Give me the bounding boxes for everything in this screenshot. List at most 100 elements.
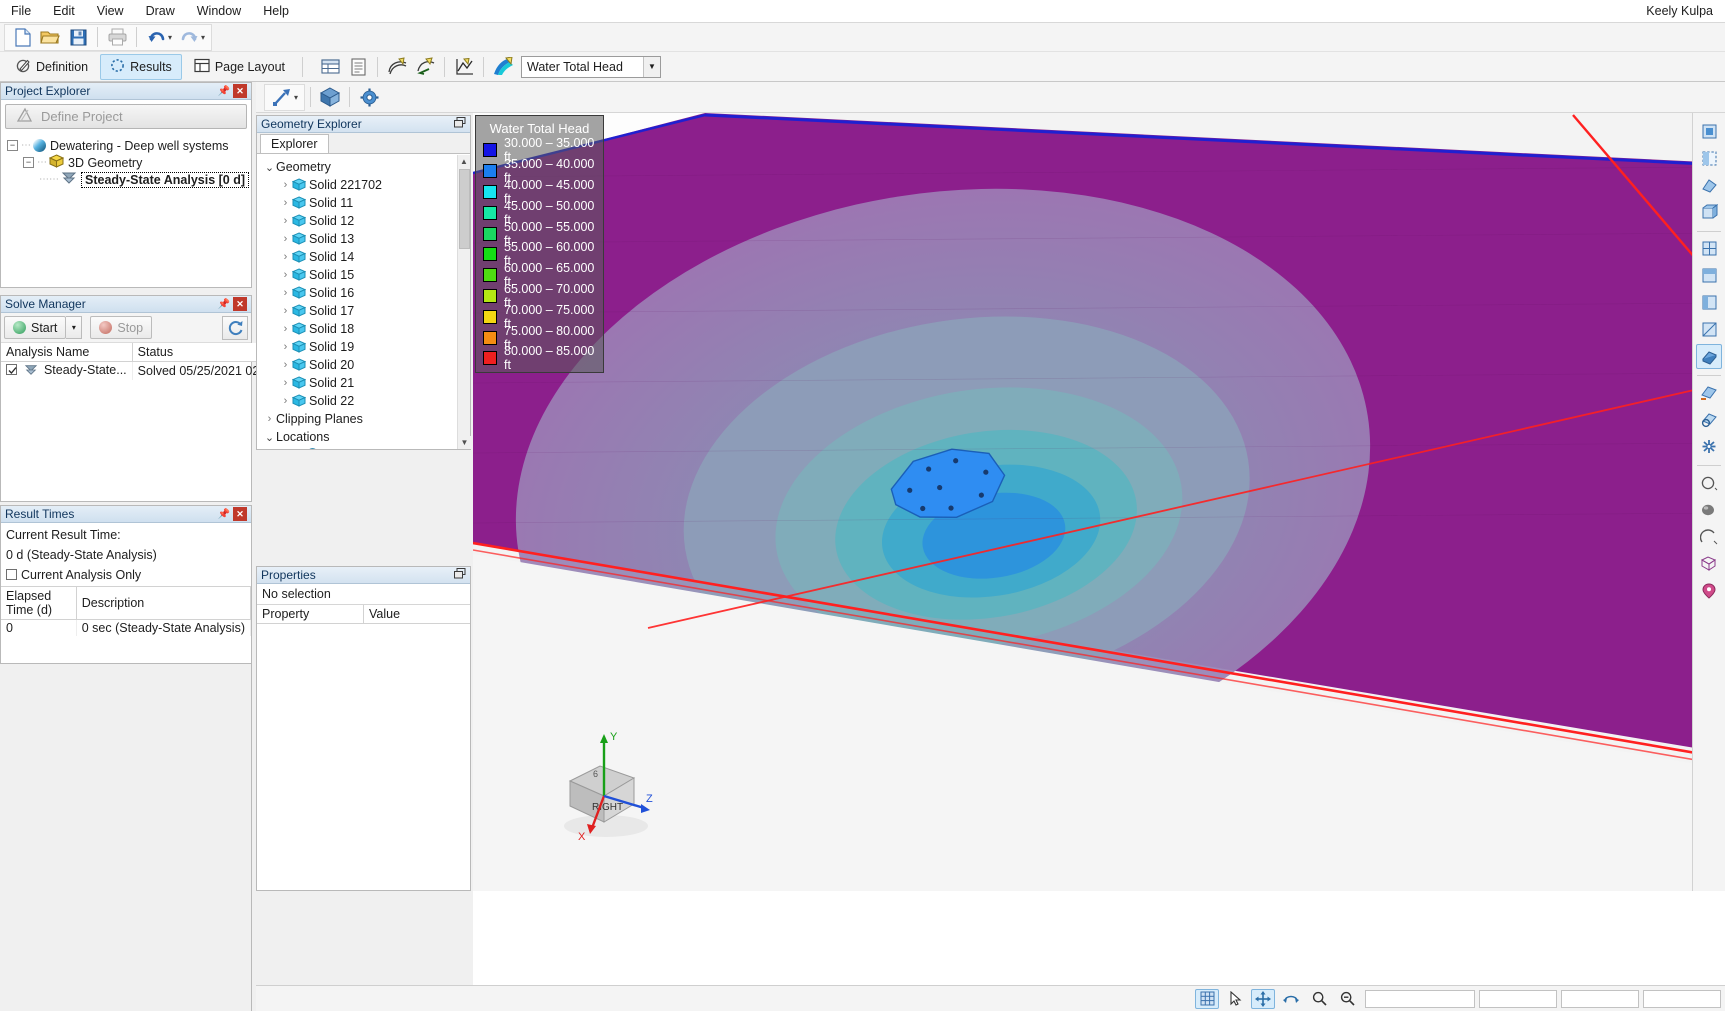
geometry-tree-solid[interactable]: ›Solid 21: [263, 374, 470, 392]
menu-item-edit[interactable]: Edit: [42, 1, 86, 21]
geometry-tree-scrollbar[interactable]: ▲ ▼: [457, 155, 470, 449]
select-surface-icon[interactable]: [1696, 173, 1722, 198]
menu-item-file[interactable]: File: [0, 1, 42, 21]
draw-tool-dropdown-icon[interactable]: ▾: [294, 93, 298, 102]
geometry-tree-solid[interactable]: ›Solid 12: [263, 212, 470, 230]
grid-toggle-icon[interactable]: [1195, 989, 1219, 1009]
mesh-tool-icon[interactable]: [1696, 551, 1722, 576]
legend-row[interactable]: 80.000 – 85.000 ft: [476, 348, 603, 369]
view-front-icon[interactable]: [1696, 236, 1722, 261]
geometry-tree-solid[interactable]: ›Solid 15: [263, 266, 470, 284]
menu-item-draw[interactable]: Draw: [135, 1, 186, 21]
tab-explorer[interactable]: Explorer: [260, 134, 329, 153]
chevron-right-icon[interactable]: ›: [279, 233, 292, 245]
expander-icon[interactable]: −: [23, 157, 34, 168]
contour-icon[interactable]: [384, 55, 410, 79]
arc-tool-icon[interactable]: [1696, 524, 1722, 549]
close-icon[interactable]: ✕: [233, 297, 247, 311]
table-icon[interactable]: [317, 55, 343, 79]
scrollbar-thumb[interactable]: [459, 169, 470, 249]
geometry-tree-solid[interactable]: ›Solid 19: [263, 338, 470, 356]
geometry-tree-solid[interactable]: ›Solid 221702: [263, 176, 470, 194]
restore-window-icon[interactable]: [454, 568, 466, 582]
current-analysis-only-checkbox[interactable]: [6, 569, 17, 580]
select-region-icon[interactable]: [1696, 146, 1722, 171]
new-document-icon[interactable]: [9, 25, 35, 49]
geometry-tree-group[interactable]: ›Clipping Planes: [263, 410, 470, 428]
start-button[interactable]: Start: [4, 316, 66, 339]
contour-arrow-icon[interactable]: [412, 55, 438, 79]
chevron-right-icon[interactable]: ›: [279, 287, 292, 299]
report-icon[interactable]: [345, 55, 371, 79]
chevron-down-icon[interactable]: ▼: [643, 57, 660, 77]
geometry-tree-solid[interactable]: ›Solid 22: [263, 392, 470, 410]
color-legend[interactable]: Water Total Head 30.000 – 35.000 ft35.00…: [475, 115, 604, 373]
chevron-right-icon[interactable]: ›: [279, 395, 292, 407]
menu-item-view[interactable]: View: [86, 1, 135, 21]
menu-item-window[interactable]: Window: [186, 1, 252, 21]
stop-button[interactable]: Stop: [90, 316, 152, 339]
chevron-right-icon[interactable]: ›: [263, 413, 276, 425]
status-field-4[interactable]: [1643, 990, 1721, 1008]
geometry-tree-solid[interactable]: ›Solid 18: [263, 320, 470, 338]
pin-icon[interactable]: 📌: [217, 297, 231, 311]
chevron-down-icon[interactable]: ⌄: [263, 161, 276, 174]
rotate-icon[interactable]: [1279, 989, 1303, 1009]
pointer-icon[interactable]: [1223, 989, 1247, 1009]
chevron-right-icon[interactable]: ›: [279, 269, 292, 281]
start-dropdown-icon[interactable]: ▾: [66, 316, 82, 339]
chevron-right-icon[interactable]: ›: [279, 197, 292, 209]
view-side-icon[interactable]: [1696, 263, 1722, 288]
snapshot-icon[interactable]: [1696, 434, 1722, 459]
save-icon[interactable]: [65, 25, 91, 49]
pin-icon[interactable]: 📌: [217, 507, 231, 521]
geometry-tree-solid[interactable]: ›Solid 13: [263, 230, 470, 248]
geometry-tree-solid[interactable]: ›Solid 20: [263, 356, 470, 374]
draw-tool-icon[interactable]: [269, 85, 295, 109]
define-project-button[interactable]: Define Project: [5, 104, 247, 129]
restore-window-icon[interactable]: [454, 117, 466, 131]
chevron-right-icon[interactable]: ›: [279, 251, 292, 263]
current-analysis-only-row[interactable]: Current Analysis Only: [6, 568, 246, 582]
view-custom-icon[interactable]: [1696, 344, 1722, 369]
print-icon[interactable]: [104, 25, 130, 49]
chevron-down-icon[interactable]: ⌄: [263, 431, 276, 444]
redo-icon[interactable]: [176, 25, 202, 49]
select-all-icon[interactable]: [1696, 119, 1722, 144]
geometry-tree-solid[interactable]: ›Solid 17: [263, 302, 470, 320]
zoom-out-icon[interactable]: [1335, 989, 1359, 1009]
scroll-up-icon[interactable]: ▲: [458, 155, 470, 168]
menu-item-help[interactable]: Help: [252, 1, 300, 21]
tab-page-layout[interactable]: Page Layout: [184, 54, 295, 80]
result-selector-combo[interactable]: Water Total Head ▼: [521, 56, 661, 78]
tree-item-project[interactable]: − ⋯ Dewatering - Deep well systems: [3, 137, 249, 154]
sphere-tool-icon[interactable]: [1696, 497, 1722, 522]
geometry-tree-solid[interactable]: ›Solid 11: [263, 194, 470, 212]
chevron-right-icon[interactable]: ›: [279, 377, 292, 389]
pin-icon[interactable]: 📌: [217, 84, 231, 98]
table-row[interactable]: 0 0 sec (Steady-State Analysis): [1, 620, 251, 637]
geometry-tree-solid[interactable]: ›Solid 16: [263, 284, 470, 302]
view-orientation-cube[interactable]: RIGHT 6 Y X Z: [548, 726, 668, 846]
expander-icon[interactable]: −: [7, 140, 18, 151]
chevron-right-icon[interactable]: ›: [279, 359, 292, 371]
chevron-right-icon[interactable]: ›: [279, 215, 292, 227]
chevron-right-icon[interactable]: ›: [279, 305, 292, 317]
chevron-right-icon[interactable]: ›: [279, 323, 292, 335]
geometry-tree-location[interactable]: Well 11 - Entire Length: [263, 446, 470, 449]
geometry-tree-group[interactable]: ⌄Locations: [263, 428, 470, 446]
select-volume-icon[interactable]: [1696, 200, 1722, 225]
chevron-right-icon[interactable]: ›: [279, 179, 292, 191]
tab-definition[interactable]: Definition: [6, 54, 98, 80]
tree-item-analysis[interactable]: ⋯⋯ Steady-State Analysis [0 d]: [3, 171, 249, 188]
zoom-in-icon[interactable]: [1307, 989, 1331, 1009]
3d-viewport[interactable]: RIGHT 6 Y X Z: [473, 113, 1725, 891]
open-folder-icon[interactable]: [37, 25, 63, 49]
status-field-3[interactable]: [1561, 990, 1639, 1008]
tree-item-geometry[interactable]: − ⋯ 3D Geometry: [3, 154, 249, 171]
view-iso-icon[interactable]: [1696, 317, 1722, 342]
pan-icon[interactable]: [1251, 989, 1275, 1009]
circle-tool-icon[interactable]: [1696, 470, 1722, 495]
geometry-tree-group[interactable]: ⌄Geometry: [263, 158, 470, 176]
status-field-1[interactable]: [1365, 990, 1475, 1008]
